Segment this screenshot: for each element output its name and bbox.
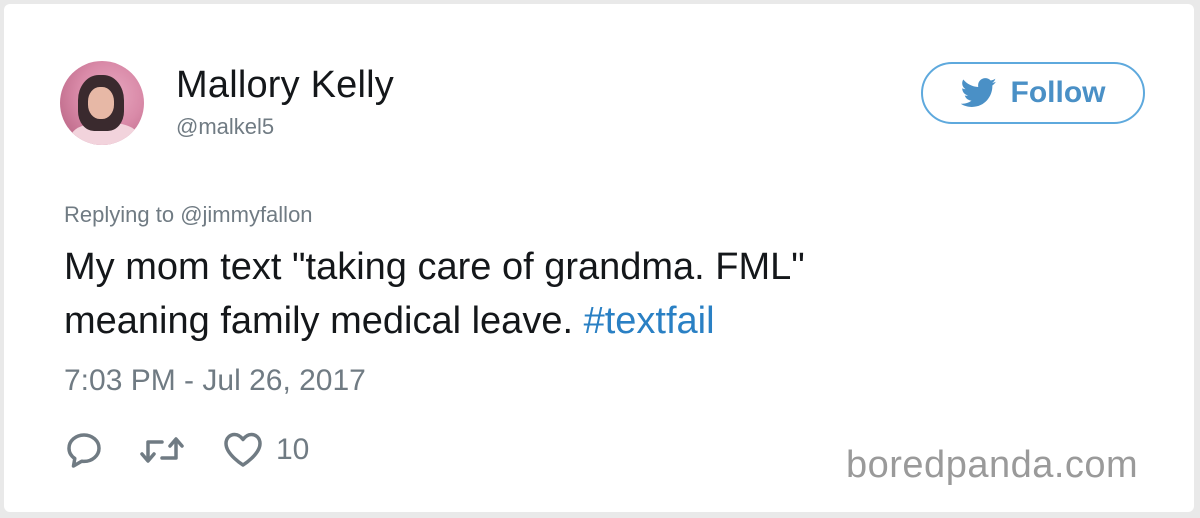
tweet-timestamp[interactable]: 7:03 PM - Jul 26, 2017	[64, 364, 366, 398]
tweet-actions: 10	[64, 430, 309, 470]
tweet-line-2: meaning family medical leave. #textfail	[64, 294, 1064, 348]
retweet-icon	[140, 437, 184, 463]
author-name[interactable]: Mallory Kelly	[176, 64, 394, 107]
avatar[interactable]	[60, 61, 144, 145]
like-count: 10	[276, 433, 310, 466]
avatar-face	[88, 87, 114, 119]
retweet-button[interactable]	[138, 430, 186, 470]
tweet-line-1: My mom text "taking care of grandma. FML…	[64, 246, 805, 288]
follow-label: Follow	[1010, 76, 1106, 109]
tweet-line-2-text: meaning family medical leave.	[64, 300, 584, 342]
replying-to: Replying to @jimmyfallon	[64, 202, 313, 228]
tweet-card: Mallory Kelly @malkel5 Follow Replying t…	[4, 4, 1194, 512]
watermark: boredpanda.com	[846, 444, 1139, 486]
hashtag-link[interactable]: #textfail	[584, 300, 715, 342]
twitter-bird-icon	[960, 78, 996, 107]
reply-button[interactable]	[64, 430, 104, 470]
reply-icon	[67, 433, 101, 468]
heart-icon	[224, 432, 262, 467]
like-button[interactable]: 10	[222, 430, 309, 470]
author-handle[interactable]: @malkel5	[176, 114, 274, 140]
tweet-text: My mom text "taking care of grandma. FML…	[64, 240, 1064, 348]
reply-mention-link[interactable]: @jimmyfallon	[180, 202, 312, 227]
replying-to-prefix: Replying to	[64, 202, 181, 227]
follow-button[interactable]: Follow	[921, 62, 1145, 124]
